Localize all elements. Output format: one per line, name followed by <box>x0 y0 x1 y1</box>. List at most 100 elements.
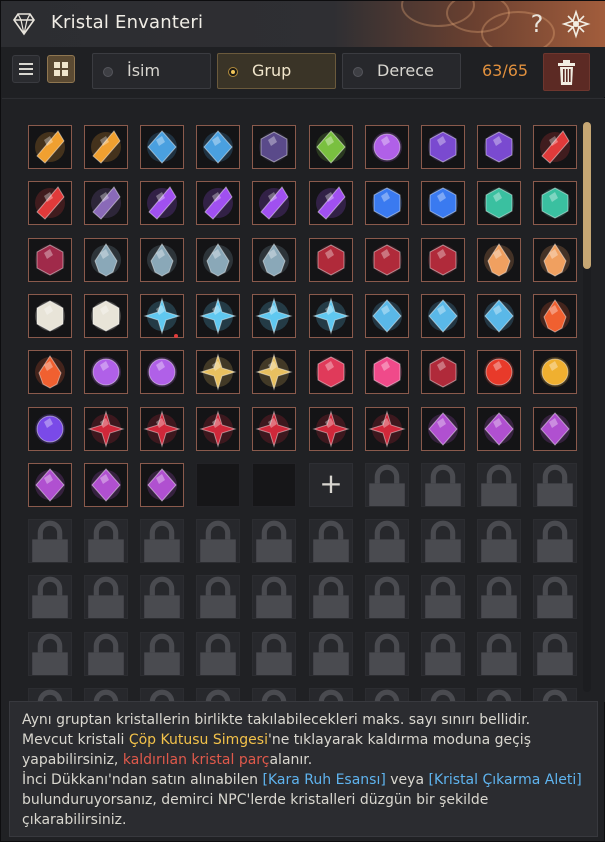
crystal-slot[interactable] <box>84 294 128 338</box>
locked-slot <box>140 632 184 676</box>
crystal-slot[interactable] <box>477 238 521 282</box>
lock-icon <box>481 464 517 506</box>
orange-gold-crystal-icon <box>35 130 65 164</box>
add-slot-button[interactable]: + <box>309 463 353 507</box>
crystal-slot[interactable] <box>365 125 409 169</box>
crystal-slot[interactable] <box>140 125 184 169</box>
crystal-slot[interactable] <box>196 181 240 225</box>
crystal-slot[interactable] <box>252 350 296 394</box>
lock-icon <box>32 633 68 675</box>
crystal-slot[interactable] <box>252 238 296 282</box>
crystal-slot[interactable] <box>533 181 577 225</box>
crystal-slot[interactable] <box>28 238 72 282</box>
crystal-slot[interactable] <box>365 294 409 338</box>
locked-slot <box>84 575 128 619</box>
crystal-slot[interactable] <box>421 294 465 338</box>
sort-by-group-button[interactable]: Grup <box>217 53 336 89</box>
settings-flower-icon[interactable] <box>561 9 591 39</box>
list-view-button[interactable] <box>12 55 40 83</box>
crystal-slot[interactable] <box>477 350 521 394</box>
crystal-slot[interactable] <box>421 181 465 225</box>
crystal-slot[interactable] <box>365 238 409 282</box>
item-link[interactable]: [Kara Ruh Esansı] <box>263 772 386 788</box>
crystal-slot[interactable] <box>365 181 409 225</box>
crystal-slot[interactable] <box>140 407 184 451</box>
crystal-slot[interactable] <box>477 294 521 338</box>
crystal-slot[interactable] <box>252 407 296 451</box>
sort-by-name-button[interactable]: İsim <box>92 53 211 89</box>
crystal-slot[interactable] <box>140 463 184 507</box>
sort-label: İsim <box>127 61 161 80</box>
crystal-slot[interactable] <box>309 125 353 169</box>
crystal-slot[interactable] <box>533 125 577 169</box>
crystal-slot[interactable] <box>365 350 409 394</box>
crystal-slot[interactable] <box>365 407 409 451</box>
crystal-slot[interactable] <box>252 294 296 338</box>
crystal-slot[interactable] <box>309 181 353 225</box>
crystal-slot[interactable] <box>28 350 72 394</box>
cyan-star-crystal-icon <box>255 297 293 335</box>
crystal-slot[interactable] <box>196 294 240 338</box>
crystal-slot[interactable] <box>28 463 72 507</box>
title-bar[interactable]: Kristal Envanteri ? <box>1 1 605 47</box>
crystal-slot[interactable] <box>477 181 521 225</box>
crystal-slot[interactable] <box>252 125 296 169</box>
crystal-slot[interactable] <box>140 238 184 282</box>
crystal-slot[interactable] <box>309 238 353 282</box>
lock-icon <box>537 576 573 618</box>
scrollbar-thumb[interactable] <box>583 122 591 269</box>
grid-view-button[interactable] <box>47 55 75 83</box>
scrollbar[interactable] <box>583 122 591 692</box>
crystal-slot[interactable] <box>421 238 465 282</box>
crystal-slot[interactable] <box>477 407 521 451</box>
crystal-slot[interactable] <box>309 350 353 394</box>
lock-icon <box>256 520 292 562</box>
sort-by-grade-button[interactable]: Derece <box>342 53 461 89</box>
crystal-slot[interactable] <box>28 407 72 451</box>
locked-slot <box>140 519 184 563</box>
info-text: alanır. <box>269 752 313 768</box>
locked-slot <box>365 519 409 563</box>
crystal-slot[interactable] <box>309 407 353 451</box>
crystal-slot[interactable] <box>421 407 465 451</box>
crystal-slot[interactable] <box>196 238 240 282</box>
crystal-slot[interactable] <box>533 294 577 338</box>
orange-gold-crystal-icon <box>91 130 121 164</box>
trash-button[interactable] <box>543 53 590 91</box>
empty-slot[interactable] <box>252 463 296 507</box>
crystal-slot[interactable] <box>28 125 72 169</box>
locked-slot <box>84 688 128 702</box>
crystal-slot[interactable] <box>196 350 240 394</box>
crystal-slot[interactable] <box>252 181 296 225</box>
crystal-slot[interactable] <box>84 125 128 169</box>
crystal-slot[interactable] <box>196 125 240 169</box>
crystal-slot[interactable] <box>533 407 577 451</box>
crystal-slot[interactable] <box>421 125 465 169</box>
crystal-slot[interactable] <box>84 238 128 282</box>
crystal-slot[interactable] <box>84 181 128 225</box>
crystal-slot[interactable] <box>84 463 128 507</box>
locked-slot <box>421 632 465 676</box>
white-hex-crystal-icon <box>35 300 65 332</box>
item-link[interactable]: [Kristal Çıkarma Aleti] <box>428 772 581 788</box>
crystal-slot[interactable] <box>196 407 240 451</box>
help-button[interactable]: ? <box>525 9 549 39</box>
crystal-slot[interactable] <box>84 407 128 451</box>
empty-slot[interactable] <box>196 463 240 507</box>
lock-icon <box>481 576 517 618</box>
crystal-slot[interactable] <box>28 181 72 225</box>
crystal-slot[interactable] <box>140 350 184 394</box>
crystal-slot[interactable] <box>140 181 184 225</box>
crystal-slot[interactable] <box>421 350 465 394</box>
crystal-slot[interactable] <box>309 294 353 338</box>
crystal-slot[interactable] <box>28 294 72 338</box>
pink-crystal-crystal-icon <box>372 356 402 388</box>
red-shield-crystal-icon <box>316 356 346 388</box>
crystal-slot[interactable] <box>84 350 128 394</box>
purple-shard-crystal-icon <box>203 186 233 220</box>
crystal-slot[interactable] <box>477 125 521 169</box>
crystal-slot[interactable] <box>533 238 577 282</box>
crystal-slot[interactable] <box>533 350 577 394</box>
crystal-slot[interactable] <box>140 294 184 338</box>
cyan-star-crystal-icon <box>312 297 350 335</box>
